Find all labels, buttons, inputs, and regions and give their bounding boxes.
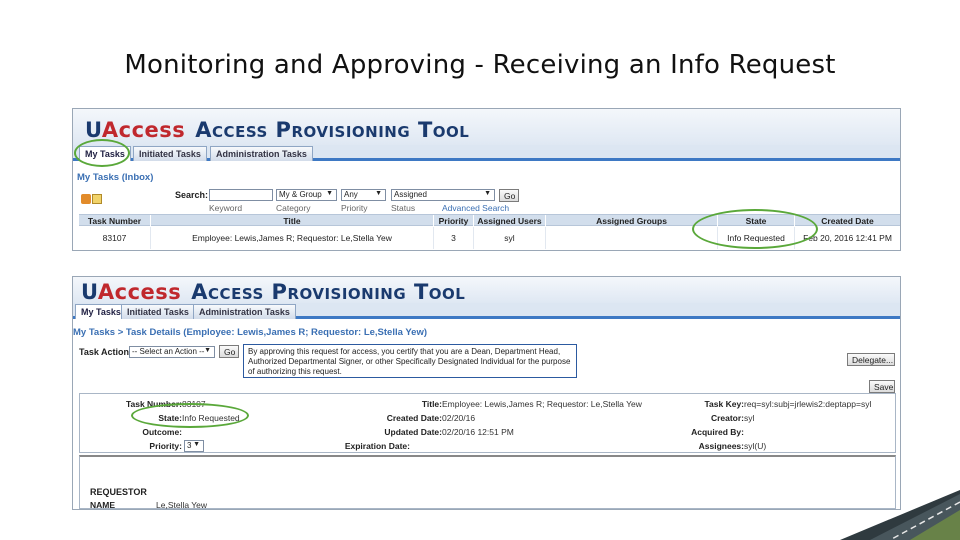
app-logo: UAccess Access Provisioning Tool	[81, 280, 466, 304]
task-action-select[interactable]: -- Select an Action -- ▼	[129, 346, 215, 358]
road-decoration	[840, 490, 960, 540]
created-date-label: Created Date:	[386, 413, 442, 423]
chevron-down-icon: ▼	[204, 347, 211, 354]
priority-cell: 3	[434, 227, 474, 249]
status-sublabel: Status	[391, 203, 416, 213]
inbox-screenshot: UAccess Access Provisioning Tool My Tasks…	[72, 108, 901, 251]
column-header[interactable]: Task Number	[79, 215, 151, 227]
keyword-input[interactable]	[209, 189, 273, 201]
inbox-title: My Tasks (Inbox)	[77, 172, 154, 183]
approval-notice: By approving this request for access, yo…	[243, 344, 577, 378]
refresh-icon[interactable]	[81, 194, 91, 204]
category-select[interactable]: My & Group ▼	[276, 189, 337, 201]
assignees-value: syl(U)	[744, 441, 767, 451]
delegate-button[interactable]: Delegate...	[847, 353, 895, 366]
app-header: UAccess Access Provisioning Tool	[73, 109, 900, 145]
tab-my-tasks[interactable]: My Tasks	[75, 304, 127, 319]
requestor-panel: REQUESTOR NAME Le,Stella Yew	[79, 455, 896, 509]
priority-label: Priority:	[149, 441, 182, 451]
created-date-value: 02/20/16	[442, 413, 476, 423]
search-go-button[interactable]: Go	[499, 189, 519, 202]
title-label: Title:	[421, 399, 442, 409]
updated-date-label: Updated Date:	[384, 427, 442, 437]
tab-administration-tasks[interactable]: Administration Tasks	[210, 146, 313, 161]
highlight-circle-state	[131, 403, 249, 428]
task-key-label: Task Key:	[704, 399, 744, 409]
tab-bar: My Tasks Initiated Tasks Administration …	[73, 303, 900, 319]
title-cell[interactable]: Employee: Lewis,James R; Requestor: Le,S…	[151, 227, 434, 249]
keyword-sublabel: Keyword	[209, 203, 243, 213]
requestor-name-value: Le,Stella Yew	[156, 500, 208, 510]
app-logo: UAccess Access Provisioning Tool	[85, 118, 470, 142]
assigned-users-cell: syl	[474, 227, 546, 249]
highlight-circle-state	[692, 209, 818, 249]
column-header[interactable]: Title	[151, 215, 434, 227]
task-number-cell[interactable]: 83107	[79, 227, 151, 249]
acquired-by-label: Acquired By:	[691, 427, 744, 437]
priority-select[interactable]: Any ▼	[341, 189, 386, 201]
requestor-heading: REQUESTOR	[90, 487, 147, 497]
task-key-value: req=syl:subj=jrlewis2:deptapp=syl	[744, 399, 872, 409]
priority-sublabel: Priority	[341, 203, 368, 213]
task-action-go-button[interactable]: Go	[219, 345, 239, 358]
assignees-label: Assignees:	[698, 441, 744, 451]
status-select[interactable]: Assigned ▼	[391, 189, 495, 201]
expiration-date-label: Expiration Date:	[344, 441, 410, 451]
advanced-search-link[interactable]: Advanced Search	[442, 203, 509, 213]
tab-administration-tasks[interactable]: Administration Tasks	[193, 304, 296, 319]
task-details-screenshot: UAccess Access Provisioning Tool My Tasks…	[72, 276, 901, 510]
app-header: UAccess Access Provisioning Tool	[73, 277, 900, 304]
task-action-label: Task Action:	[79, 347, 133, 357]
creator-label: Creator:	[710, 413, 744, 423]
chevron-down-icon: ▼	[484, 190, 491, 197]
column-header[interactable]: Assigned Users	[474, 215, 546, 227]
title-value: Employee: Lewis,James R; Requestor: Le,S…	[442, 399, 642, 409]
outcome-label: Outcome:	[142, 427, 182, 437]
creator-value: syl	[744, 413, 755, 423]
requestor-name-label: NAME	[90, 500, 116, 510]
updated-date-value: 02/20/16 12:51 PM	[442, 427, 514, 437]
tab-bar: My Tasks Initiated Tasks Administration …	[73, 145, 900, 161]
category-sublabel: Category	[276, 203, 311, 213]
folder-icon[interactable]	[92, 194, 102, 204]
column-header[interactable]: Priority	[434, 215, 474, 227]
tab-initiated-tasks[interactable]: Initiated Tasks	[133, 146, 207, 161]
chevron-down-icon: ▼	[193, 441, 200, 448]
highlight-circle-my-tasks	[74, 139, 130, 167]
chevron-down-icon: ▼	[326, 190, 333, 197]
tab-initiated-tasks[interactable]: Initiated Tasks	[121, 304, 195, 319]
priority-select[interactable]: 3 ▼	[184, 440, 204, 452]
slide-title: Monitoring and Approving - Receiving an …	[124, 50, 836, 80]
breadcrumb[interactable]: My Tasks > Task Details (Employee: Lewis…	[73, 327, 427, 338]
search-label: Search:	[175, 190, 209, 200]
chevron-down-icon: ▼	[375, 190, 382, 197]
save-button[interactable]: Save	[869, 380, 895, 393]
